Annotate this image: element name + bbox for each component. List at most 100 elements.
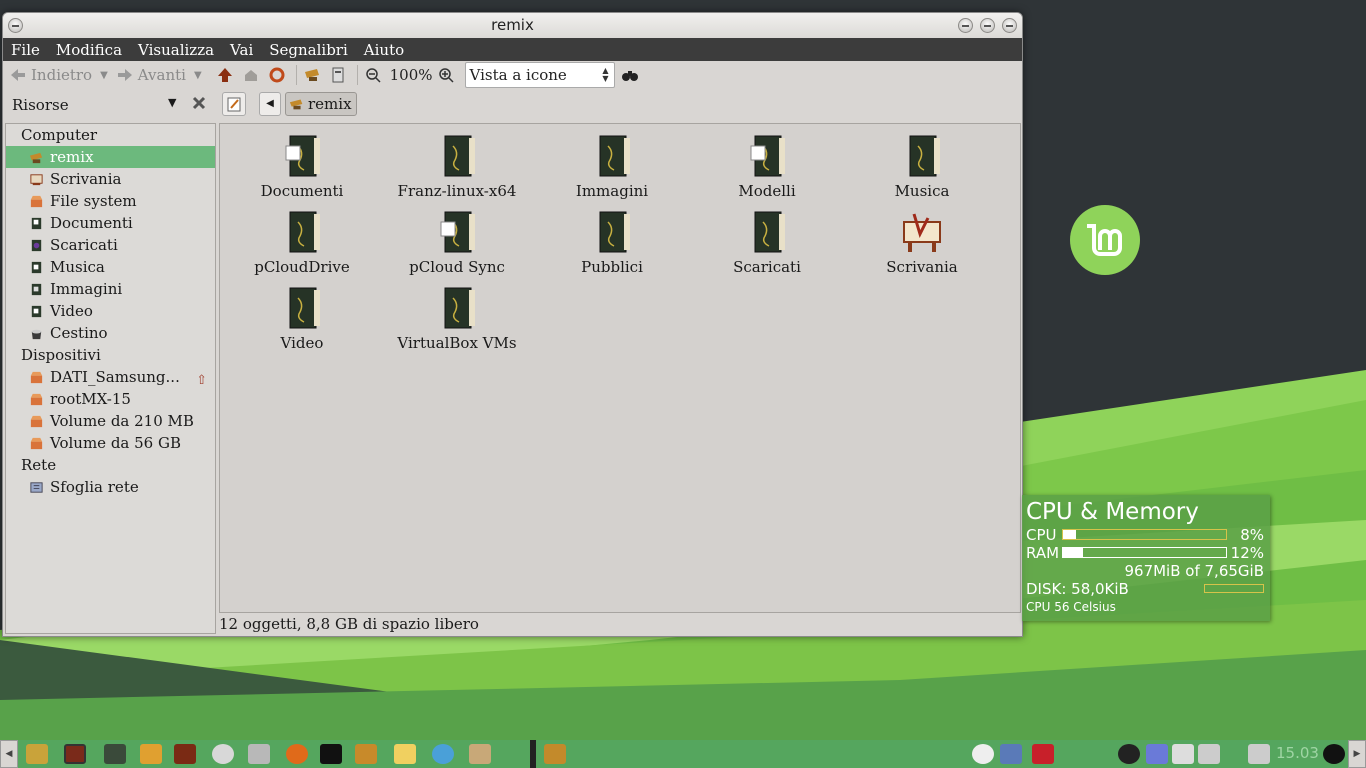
file-item[interactable]: pCloud Sync xyxy=(387,208,527,276)
sidebar-item-documenti[interactable]: Documenti xyxy=(6,212,215,234)
sidebar-item-volume-56gb[interactable]: Volume da 56 GB xyxy=(6,432,215,454)
breadcrumb-remix[interactable]: remix xyxy=(285,92,357,116)
camera-launcher-icon[interactable] xyxy=(248,744,270,764)
file-item[interactable]: Video xyxy=(232,284,372,352)
glass-launcher-icon[interactable] xyxy=(140,744,162,764)
sidebar-item-scaricati[interactable]: Scaricati xyxy=(6,234,215,256)
calculator-launcher-icon[interactable] xyxy=(104,744,126,764)
trash-icon xyxy=(31,329,42,340)
sidebar-item-scrivania[interactable]: Scrivania xyxy=(6,168,215,190)
zoom-in-icon[interactable] xyxy=(437,66,455,84)
forward-button[interactable]: Avanti xyxy=(116,66,186,84)
disc-launcher-icon[interactable] xyxy=(212,744,234,764)
edit-location-button[interactable] xyxy=(222,92,246,116)
forward-history-dropdown[interactable]: ▼ xyxy=(194,70,202,81)
notes-launcher-icon[interactable] xyxy=(355,744,377,764)
keyboard-tray-icon[interactable] xyxy=(1248,744,1270,764)
firefox-launcher-icon[interactable] xyxy=(286,744,308,764)
menu-vai[interactable]: Vai xyxy=(230,41,253,59)
arrow-right-icon xyxy=(117,69,132,81)
desktop-launcher-icon[interactable] xyxy=(64,744,86,764)
file-item[interactable]: Franz-linux-x64 xyxy=(387,132,527,200)
file-item[interactable]: Modelli xyxy=(697,132,837,200)
menu-modifica[interactable]: Modifica xyxy=(56,41,122,59)
binoculars-icon[interactable] xyxy=(621,66,639,84)
ram-row: RAM 12% xyxy=(1026,544,1266,562)
file-item[interactable]: Scaricati xyxy=(697,208,837,276)
menu-file[interactable]: File xyxy=(11,41,40,59)
file-item[interactable]: Documenti xyxy=(232,132,372,200)
menu-aiuto[interactable]: Aiuto xyxy=(364,41,404,59)
maximize-button[interactable] xyxy=(980,18,995,33)
window-menu-button[interactable] xyxy=(8,18,23,33)
file-manager-task-icon[interactable] xyxy=(544,744,566,764)
home-icon[interactable] xyxy=(242,66,260,84)
terminal-icon[interactable] xyxy=(329,66,347,84)
sidebar-item-dati-samsung[interactable]: DATI_Samsung... ⇧ xyxy=(6,366,215,388)
update-tray-icon[interactable] xyxy=(1118,744,1140,764)
start-menu-icon[interactable] xyxy=(26,744,48,764)
video-folder-icon xyxy=(31,305,42,318)
taskbar-scroll-left[interactable]: ◀ xyxy=(0,740,18,768)
title-bar[interactable]: remix xyxy=(3,13,1022,38)
drive-icon xyxy=(30,415,43,428)
file-item[interactable]: Immagini xyxy=(542,132,682,200)
computer-icon[interactable] xyxy=(303,66,321,84)
network-tray-icon[interactable] xyxy=(1146,744,1168,764)
breadcrumb-label: remix xyxy=(308,95,352,113)
battery-tray-icon[interactable] xyxy=(1198,744,1220,764)
view-mode-select[interactable]: Vista a icone ▲ ▼ xyxy=(464,62,615,88)
sidebar-item-label: Video xyxy=(50,302,93,320)
sidebar-item-rootmx[interactable]: rootMX-15 xyxy=(6,388,215,410)
volume-tray-icon[interactable] xyxy=(1172,744,1194,764)
virtualbox-tray-icon[interactable] xyxy=(1000,744,1022,764)
forward-label: Avanti xyxy=(137,66,186,84)
menu-visualizza[interactable]: Visualizza xyxy=(138,41,214,59)
crumb-scroll-left-button[interactable]: ◀ xyxy=(259,92,281,116)
package-launcher-icon[interactable] xyxy=(174,744,196,764)
zoom-out-icon[interactable] xyxy=(364,66,382,84)
file-item[interactable]: VirtualBox VMs xyxy=(387,284,527,352)
sidebar-item-label: DATI_Samsung... xyxy=(50,368,180,386)
close-button[interactable] xyxy=(1002,18,1017,33)
file-item[interactable]: Scrivania xyxy=(852,208,992,276)
archive-launcher-icon[interactable] xyxy=(469,744,491,764)
sidebar-item-musica[interactable]: Musica xyxy=(6,256,215,278)
side-pane-selector[interactable]: Risorse xyxy=(12,96,69,114)
drive-icon xyxy=(30,195,43,208)
minimize-button[interactable] xyxy=(958,18,973,33)
linux-mint-logo xyxy=(1069,204,1141,276)
sidebar-item-immagini[interactable]: Immagini xyxy=(6,278,215,300)
close-side-pane-icon[interactable] xyxy=(190,94,208,112)
taskbar-scroll-right[interactable]: ▶ xyxy=(1348,740,1366,768)
folder-icon xyxy=(599,211,630,253)
brightness-tray-icon[interactable] xyxy=(972,744,994,764)
task-separator xyxy=(530,740,536,768)
file-item[interactable]: Pubblici xyxy=(542,208,682,276)
back-history-dropdown[interactable]: ▼ xyxy=(100,70,108,81)
pictures-folder-icon xyxy=(31,283,42,296)
sidebar-item-volume-210mb[interactable]: Volume da 210 MB xyxy=(6,410,215,432)
sidebar-item-cestino[interactable]: Cestino xyxy=(6,322,215,344)
folder-icon xyxy=(289,211,320,253)
side-pane-dropdown-icon[interactable]: ▼ xyxy=(168,96,176,109)
chat-launcher-icon[interactable] xyxy=(432,744,454,764)
up-arrow-icon[interactable] xyxy=(216,66,234,84)
monitor-launcher-icon[interactable] xyxy=(320,744,342,764)
sidebar-item-video[interactable]: Video xyxy=(6,300,215,322)
file-item-label: Documenti xyxy=(260,182,344,200)
sidebar-item-label: File system xyxy=(50,192,137,210)
folder-icon xyxy=(754,211,785,253)
sidebar-item-file-system[interactable]: File system xyxy=(6,190,215,212)
back-button[interactable]: Indietro xyxy=(9,66,92,84)
sidebar-item-remix[interactable]: remix xyxy=(6,146,215,168)
sidebar-item-sfoglia-rete[interactable]: Sfoglia rete xyxy=(6,476,215,498)
clock[interactable]: 15.03 xyxy=(1276,744,1319,762)
file-item[interactable]: pCloudDrive xyxy=(232,208,372,276)
reload-icon[interactable] xyxy=(268,66,286,84)
mail-launcher-icon[interactable] xyxy=(394,744,416,764)
menu-segnalibri[interactable]: Segnalibri xyxy=(269,41,348,59)
file-item[interactable]: Musica xyxy=(852,132,992,200)
power-icon[interactable] xyxy=(1323,744,1345,764)
cm-tray-icon[interactable] xyxy=(1032,744,1054,764)
